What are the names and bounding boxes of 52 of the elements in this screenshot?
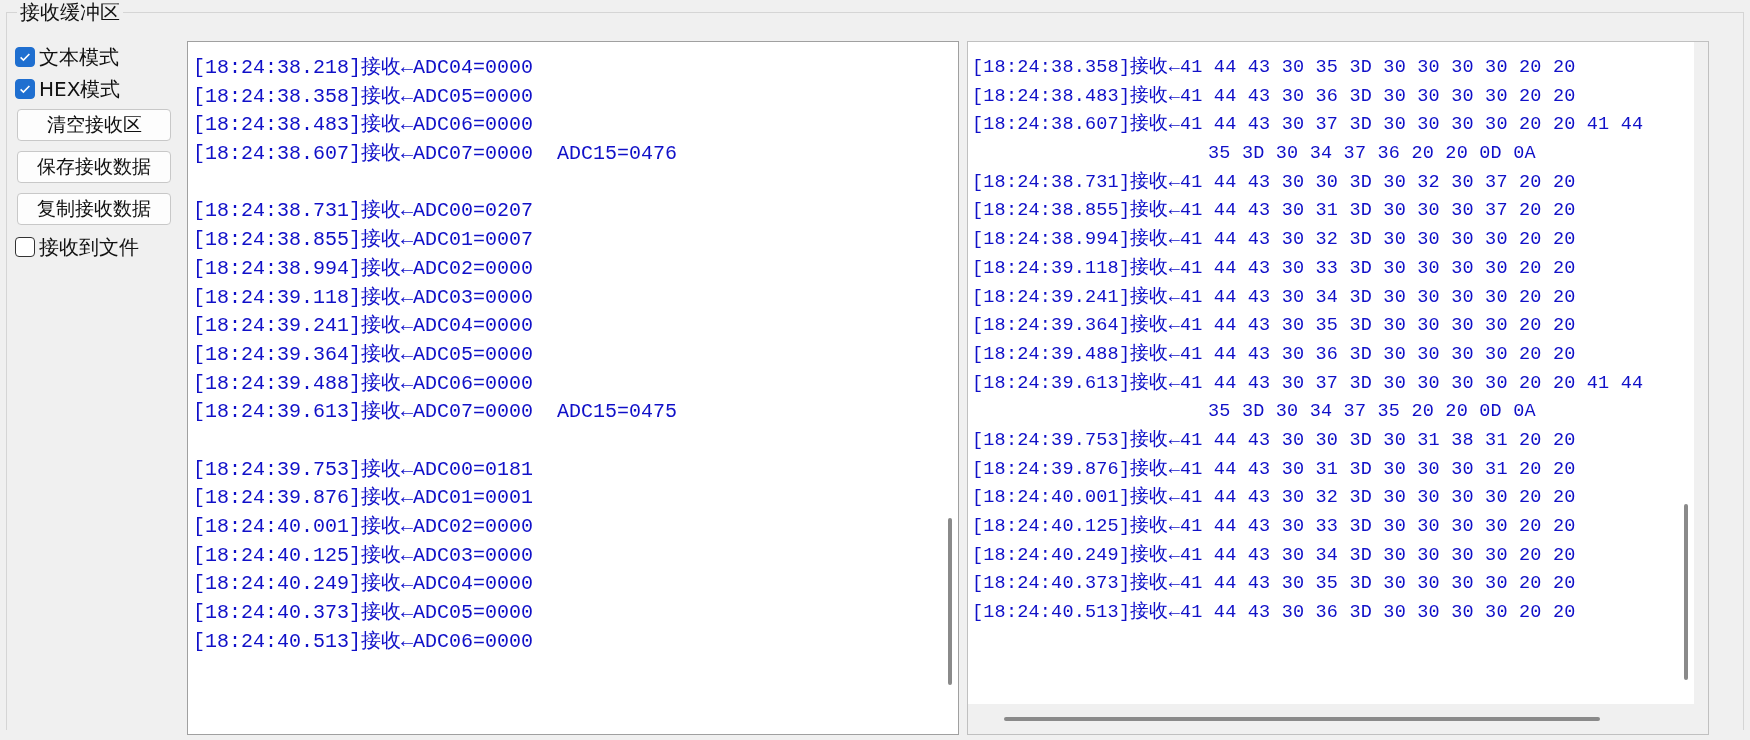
- checkbox-label[interactable]: HEX模式: [39, 75, 121, 103]
- log-line: [18:24:40.001]接收←ADC02=0000: [193, 514, 535, 540]
- log-line: [18:24:39.876]接收←ADC01=0001: [193, 485, 535, 512]
- log-line: [18:24:39.753]接收←ADC00=0181: [193, 456, 535, 483]
- log-line: [18:24:39.876]接收←41 44 43 30 31 3D 30 30 30 31 20 20: [972, 457, 1577, 482]
- button[interactable]: 清空接收区: [17, 109, 171, 141]
- log-line: [18:24:40.001]接收←41 44 43 30 32 3D 30 30 30 30 20 20: [972, 485, 1577, 511]
- log-line: 35 3D 30 34 37 36 20 20 0D 0A: [1207, 142, 1537, 167]
- log-line: [18:24:38.358]接收←41 44 43 30 35 3D 30 30 30 30 20 20: [972, 55, 1577, 80]
- log-line: [18:24:38.855]接收←ADC01=0007: [193, 227, 535, 254]
- log-line: [18:24:40.249]接收←41 44 43 30 34 3D 30 30 30 30 20 20: [972, 543, 1577, 568]
- log-line: [18:24:38.607]接收←ADC07=0000 ADC15=0476: [193, 141, 679, 168]
- log-line: [18:24:40.373]接收←41 44 43 30 35 3D 30 30 30 30 20 20: [972, 571, 1577, 597]
- log-line: [18:24:39.613]接收←41 44 43 30 37 3D 30 30 30 30 20 20 41 44: [972, 371, 1645, 396]
- log-line: [18:24:40.249]接收←ADC04=0000: [193, 571, 535, 598]
- group-title: 接收缓冲区: [17, 0, 123, 24]
- log-line: [18:24:38.607]接收←41 44 43 30 37 3D 30 30 30 30 20 20 41 44: [972, 112, 1645, 138]
- log-line: [18:24:40.373]接收←ADC05=0000: [193, 600, 535, 627]
- scrollbar-thumb[interactable]: [948, 518, 952, 685]
- checkbox[interactable]: [15, 237, 35, 257]
- log-line: [18:24:39.364]接收←41 44 43 30 35 3D 30 30 30 30 20 20: [972, 313, 1577, 339]
- log-line: 35 3D 30 34 37 35 20 20 0D 0A: [1207, 400, 1537, 425]
- log-line: [18:24:40.125]接收←41 44 43 30 33 3D 30 30 30 30 20 20: [972, 514, 1577, 539]
- log-line: [18:24:38.855]接收←41 44 43 30 31 3D 30 30 30 37 20 20: [972, 198, 1577, 224]
- checkbox-label[interactable]: 接收到文件: [39, 233, 139, 261]
- checkbox[interactable]: [15, 79, 35, 99]
- log-line: [18:24:39.488]接收←41 44 43 30 36 3D 30 30 30 30 20 20: [972, 342, 1577, 367]
- log-line: [18:24:38.218]接收←ADC04=0000: [193, 55, 535, 81]
- checkbox-label[interactable]: 文本模式: [39, 43, 119, 71]
- checkbox[interactable]: [15, 47, 35, 67]
- log-line: [18:24:40.513]接收←ADC06=0000: [193, 628, 535, 655]
- log-line: [18:24:39.613]接收←ADC07=0000 ADC15=0475: [193, 399, 679, 426]
- log-line: [18:24:39.118]接收←41 44 43 30 33 3D 30 30 30 30 20 20: [972, 256, 1577, 281]
- log-line: [18:24:38.483]接收←ADC06=0000: [193, 112, 535, 139]
- log-line: [18:24:38.483]接收←41 44 43 30 36 3D 30 30 30 30 20 20: [972, 84, 1577, 109]
- scrollbar-thumb[interactable]: [1684, 504, 1688, 680]
- log-line: [18:24:38.731]接收←ADC00=0207: [193, 198, 535, 225]
- log-line: [18:24:39.118]接收←ADC03=0000: [193, 284, 535, 311]
- button[interactable]: 保存接收数据: [17, 151, 171, 183]
- log-line: [18:24:38.994]接收←41 44 43 30 32 3D 30 30 30 30 20 20: [972, 227, 1577, 253]
- log-line: [18:24:38.358]接收←ADC05=0000: [193, 83, 535, 110]
- log-line: [18:24:39.488]接收←ADC06=0000: [193, 370, 535, 397]
- scrollbar-thumb[interactable]: [1004, 717, 1600, 721]
- log-line: [18:24:39.364]接收←ADC05=0000: [193, 341, 535, 368]
- log-line: [18:24:39.241]接收←ADC04=0000: [193, 313, 535, 340]
- log-line: [18:24:39.753]接收←41 44 43 30 30 3D 30 31 38 31 20 20: [972, 428, 1577, 453]
- button[interactable]: 复制接收数据: [17, 193, 171, 225]
- log-line: [18:24:39.241]接收←41 44 43 30 34 3D 30 30 30 30 20 20: [972, 285, 1577, 310]
- log-line: [18:24:38.731]接收←41 44 43 30 30 3D 30 32 30 37 20 20: [972, 170, 1577, 195]
- log-line: [18:24:40.513]接收←41 44 43 30 36 3D 30 30 30 30 20 20: [972, 600, 1577, 626]
- log-line: [18:24:40.125]接收←ADC03=0000: [193, 542, 535, 569]
- log-line: [18:24:38.994]接收←ADC02=0000: [193, 255, 535, 282]
